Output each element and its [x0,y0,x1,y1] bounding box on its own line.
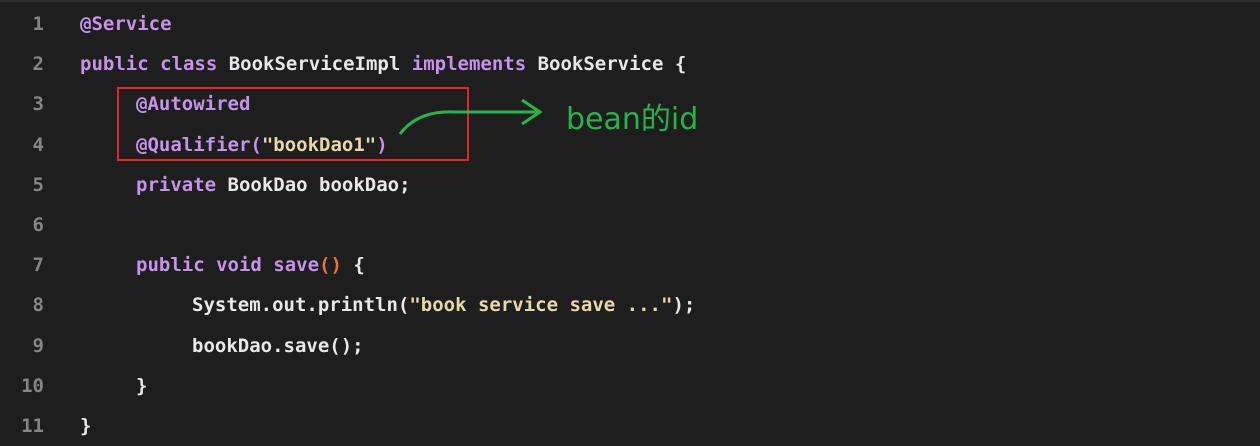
arrow-icon [398,98,543,135]
code-editor[interactable]: 1 @Service 2 public class BookServiceImp… [0,0,1260,442]
annotation-label: bean的id [566,102,699,137]
